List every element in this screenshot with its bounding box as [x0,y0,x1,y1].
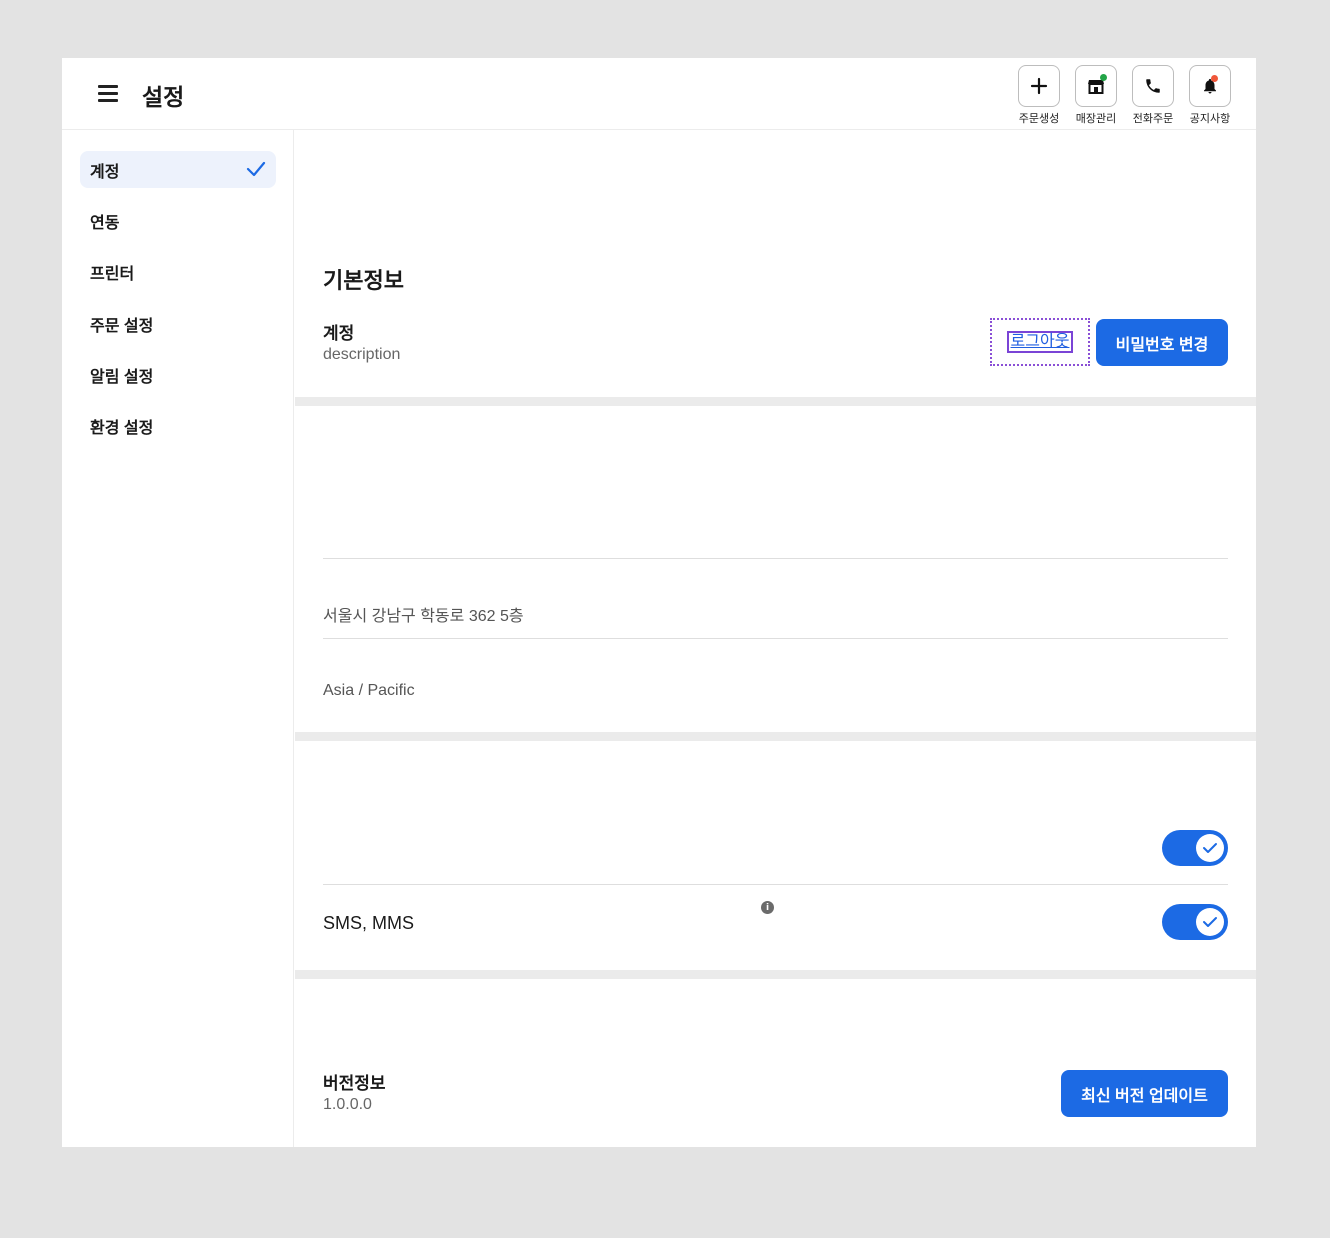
account-label: 계정 [323,324,355,343]
check-icon [1203,843,1217,853]
version-value: 1.0.0.0 [323,1096,372,1113]
check-icon [246,161,266,177]
sidebar-item-label: 계정 [90,163,120,181]
notice-button[interactable]: 공지사항 [1185,65,1235,126]
notice-label: 공지사항 [1189,113,1231,125]
sidebar-item-environment-settings[interactable]: 환경 설정 [80,407,276,444]
app-header: 설정 주문생성 매장관리 전화주문 공지사항 [62,58,1256,130]
phone-order-button[interactable]: 전화주문 [1128,65,1178,126]
basic-info-title: 기본정보 [323,268,404,293]
section-gap [295,397,1256,406]
timezone-value: Asia / Pacific [323,682,415,699]
notice-status-dot [1211,75,1218,82]
main-content: 기본정보 계정 description 로그아웃 비밀번호 변경 서울시 강남구… [295,130,1256,1147]
divider [323,558,1228,559]
sidebar-item-label: 프린터 [90,265,135,283]
sidebar-item-label: 알림 설정 [90,368,154,386]
phone-icon [1146,79,1160,93]
info-icon[interactable]: i [761,901,774,914]
version-label: 버전정보 [323,1074,386,1093]
section-gap [295,732,1256,741]
check-icon [1203,917,1217,927]
sidebar-item-integration[interactable]: 연동 [80,202,276,239]
change-password-button[interactable]: 비밀번호 변경 [1096,319,1228,366]
hamburger-menu-icon[interactable] [96,82,120,106]
account-description: description [323,346,401,363]
sms-mms-label: SMS, MMS [323,913,415,933]
store-info-section: 서울시 강남구 학동로 362 5층 Asia / Pacific [295,406,1256,732]
sms-mms-toggle[interactable] [1162,904,1228,940]
sidebar-item-label: 환경 설정 [90,419,154,437]
phone-order-label: 전화주문 [1132,113,1174,125]
store-manage-button[interactable]: 매장관리 [1071,65,1121,126]
store-manage-label: 매장관리 [1075,113,1117,125]
logout-button[interactable]: 로그아웃 [1006,331,1074,353]
sidebar-item-label: 주문 설정 [90,317,154,335]
store-status-dot [1100,74,1107,81]
sidebar-item-label: 연동 [90,214,120,232]
divider [323,884,1228,885]
plus-icon [1030,77,1048,95]
address-value: 서울시 강남구 학동로 362 5층 [323,608,524,625]
update-version-button[interactable]: 최신 버전 업데이트 [1061,1070,1228,1117]
sidebar-item-notification-settings[interactable]: 알림 설정 [80,356,276,393]
notification-section: SMS, MMS [295,741,1256,970]
sidebar: 계정 연동 프린터 주문 설정 알림 설정 환경 설정 [62,130,294,1147]
version-section: 버전정보 1.0.0.0 최신 버전 업데이트 [295,979,1256,1147]
sidebar-item-order-settings[interactable]: 주문 설정 [80,305,276,342]
sidebar-item-printer[interactable]: 프린터 [80,253,276,290]
notification-toggle[interactable] [1162,830,1228,866]
divider [323,638,1228,639]
section-gap [295,970,1256,979]
create-order-button[interactable]: 주문생성 [1014,65,1064,126]
basic-info-section: 기본정보 계정 description 로그아웃 비밀번호 변경 [295,130,1256,397]
page-title: 설정 [142,84,185,110]
sidebar-item-account[interactable]: 계정 [80,151,276,188]
settings-app: 설정 주문생성 매장관리 전화주문 공지사항 계정 연동 프린터 주문 설정 알… [62,58,1256,1147]
logout-focus-ring: 로그아웃 [990,318,1090,366]
create-order-label: 주문생성 [1018,113,1060,125]
